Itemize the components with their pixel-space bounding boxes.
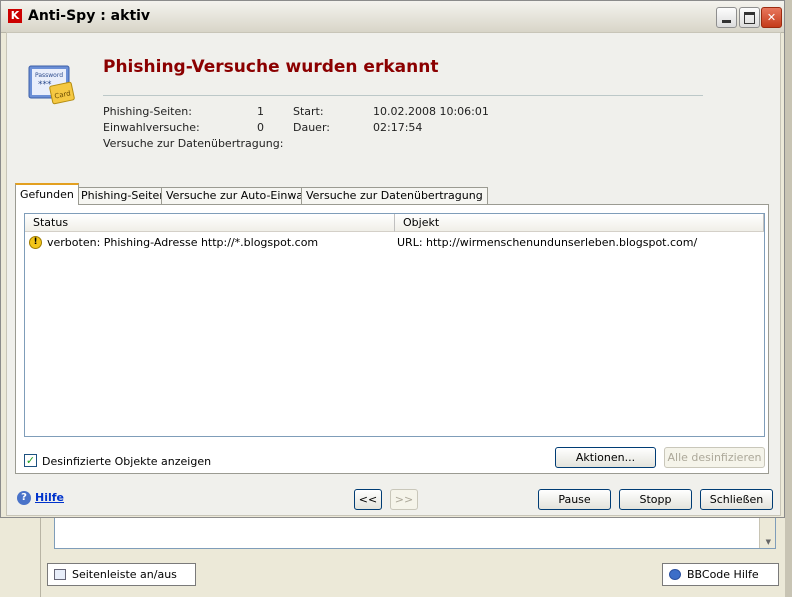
show-disinfected-label: Desinfizierte Objekte anzeigen <box>42 455 212 468</box>
maximize-button[interactable] <box>739 7 760 28</box>
background-textarea[interactable]: ▼ <box>54 516 776 549</box>
help-icon[interactable]: ? <box>17 491 31 505</box>
close-button[interactable]: ✕ <box>761 7 782 28</box>
row-object: URL: http://wirmenschenundunserleben.blo… <box>397 236 698 249</box>
bbcode-help-button[interactable]: BBCode Hilfe <box>662 563 779 586</box>
pause-button[interactable]: Pause <box>538 489 611 510</box>
header-divider <box>103 95 703 96</box>
scroll-down-icon[interactable]: ▼ <box>766 538 771 546</box>
warning-icon: ! <box>29 236 42 249</box>
sidebar-toggle-label: Seitenleiste an/aus <box>72 568 177 581</box>
actions-button[interactable]: Aktionen... <box>555 447 656 468</box>
minimize-icon <box>722 20 731 23</box>
disinfect-all-button[interactable]: Alle desinfizieren <box>664 447 765 468</box>
phishing-pages-label: Phishing-Seiten: <box>103 105 192 118</box>
previous-button[interactable]: << <box>354 489 382 510</box>
textarea-scrollbar[interactable]: ▼ <box>759 517 775 548</box>
start-label: Start: <box>293 105 324 118</box>
kaspersky-logo-icon: K <box>8 9 22 23</box>
dialin-attempts-value: 0 <box>257 121 264 134</box>
bbcode-help-label: BBCode Hilfe <box>687 568 759 581</box>
dialog-content: Password *** Card Phishing-Versuche wurd… <box>6 32 781 516</box>
sidebar-toggle-button[interactable]: Seitenleiste an/aus <box>47 563 196 586</box>
duration-label: Dauer: <box>293 121 330 134</box>
data-transfer-label: Versuche zur Datenübertragung: <box>103 137 284 150</box>
sidebar-icon <box>54 569 66 580</box>
maximize-icon <box>744 11 755 24</box>
title-bar[interactable]: K Anti-Spy : aktiv ✕ <box>1 1 784 33</box>
card-text-password: Password <box>35 72 63 79</box>
column-header-status[interactable]: Status <box>25 214 395 232</box>
column-header-objekt[interactable]: Objekt <box>395 214 764 232</box>
phishing-pages-value: 1 <box>257 105 264 118</box>
tab-phishing-seiten[interactable]: Phishing-Seiten <box>76 187 172 204</box>
detections-list[interactable]: Status Objekt ! verboten: Phishing-Adres… <box>24 213 765 437</box>
table-row[interactable]: ! verboten: Phishing-Adresse http://*.bl… <box>29 236 762 252</box>
window-title: Anti-Spy : aktiv <box>28 8 151 24</box>
minimize-button[interactable] <box>716 7 737 28</box>
duration-value: 02:17:54 <box>373 121 423 134</box>
page-title: Phishing-Versuche wurden erkannt <box>103 57 439 77</box>
anti-spy-window: K Anti-Spy : aktiv ✕ Password *** Card P… <box>0 0 785 518</box>
next-button[interactable]: >> <box>390 489 418 510</box>
help-link[interactable]: Hilfe <box>35 491 64 504</box>
info-icon <box>669 569 681 580</box>
close-dialog-button[interactable]: Schließen <box>700 489 773 510</box>
tab-datenuebertragung[interactable]: Versuche zur Datenübertragung <box>301 187 488 204</box>
start-value: 10.02.2008 10:06:01 <box>373 105 489 118</box>
background-page-edge <box>785 0 792 597</box>
password-card-icon: Password *** Card <box>28 65 75 105</box>
show-disinfected-checkbox[interactable]: ✓ <box>24 454 37 467</box>
dialin-attempts-label: Einwahlversuche: <box>103 121 200 134</box>
stop-button[interactable]: Stopp <box>619 489 692 510</box>
tab-auto-einwahl[interactable]: Versuche zur Auto-Einwahl <box>161 187 319 204</box>
row-status: verboten: Phishing-Adresse http://*.blog… <box>47 236 319 249</box>
close-icon: ✕ <box>766 11 777 24</box>
background-page-sidebar <box>0 518 41 597</box>
tab-gefunden[interactable]: Gefunden <box>15 183 79 205</box>
